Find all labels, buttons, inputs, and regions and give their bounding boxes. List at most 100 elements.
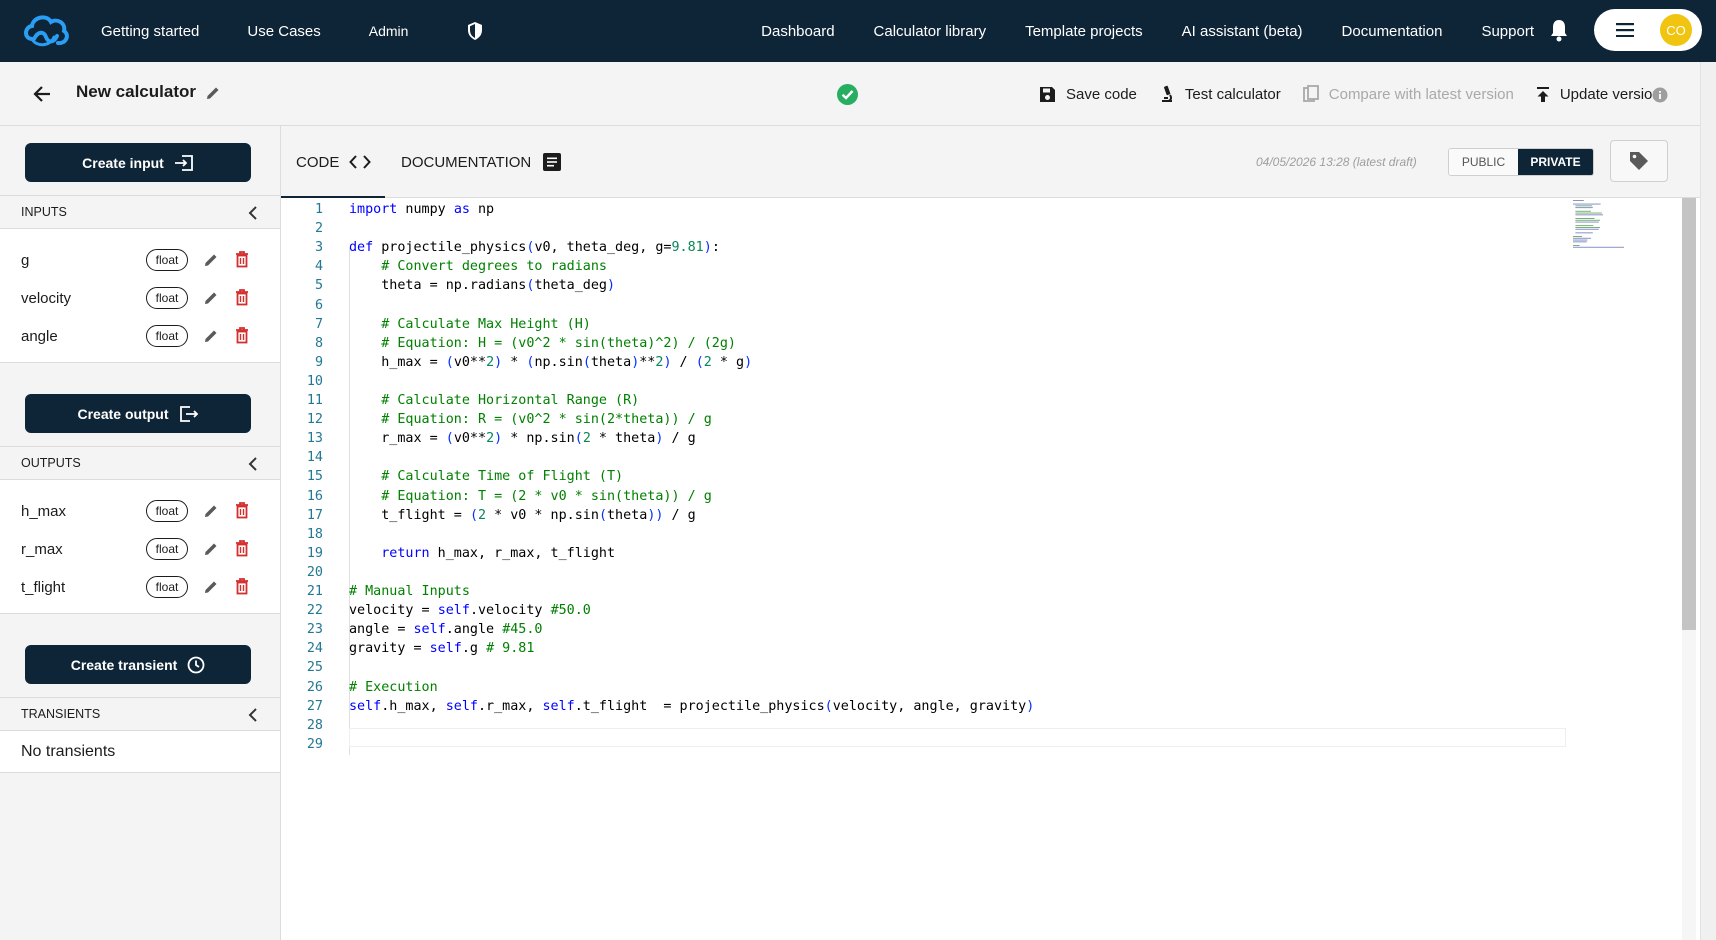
trash-icon[interactable]: [235, 578, 249, 595]
pencil-icon[interactable]: [203, 252, 219, 268]
nav-documentation[interactable]: Documentation: [1342, 23, 1443, 40]
pencil-icon[interactable]: [203, 503, 219, 519]
nav-support[interactable]: Support: [1481, 23, 1534, 40]
code-line[interactable]: 19 return h_max, r_max, t_flight: [281, 544, 1581, 563]
check-circle-icon: [837, 84, 858, 105]
type-badge: float: [146, 249, 188, 271]
shield-icon: [468, 22, 483, 40]
trash-icon[interactable]: [235, 327, 249, 344]
type-badge: float: [146, 576, 188, 598]
visibility-toggle[interactable]: PUBLIC PRIVATE: [1448, 148, 1594, 176]
code-line[interactable]: 20: [281, 563, 1581, 582]
code-line[interactable]: 16 # Equation: T = (2 * v0 * sin(theta))…: [281, 487, 1581, 506]
code-line[interactable]: 27 self.h_max, self.r_max, self.t_flight …: [281, 697, 1581, 716]
compare-version-button[interactable]: Compare with latest version: [1302, 85, 1514, 103]
list-item: r_max float: [0, 530, 280, 568]
list-item: angle float: [0, 317, 280, 355]
tab-code[interactable]: CODE: [296, 126, 372, 198]
minimap[interactable]: [1571, 198, 1681, 298]
update-version-button[interactable]: Update version: [1536, 86, 1661, 103]
tag-button[interactable]: [1610, 140, 1668, 182]
line-number: 1: [314, 202, 323, 217]
code-line[interactable]: 9 h_max = (v0**2) * (np.sin(theta)**2) /…: [281, 353, 1581, 372]
code-line[interactable]: 2: [281, 219, 1581, 238]
line-number: 18: [306, 526, 323, 542]
chevron-left-icon[interactable]: [248, 708, 258, 722]
code-line[interactable]: 8 # Equation: H = (v0^2 * sin(theta)^2) …: [281, 334, 1581, 353]
code-line[interactable]: 21 # Manual Inputs: [281, 582, 1581, 601]
microscope-icon: [1161, 85, 1172, 102]
pencil-icon[interactable]: [203, 290, 219, 306]
code-line[interactable]: 13 r_max = (v0**2) * np.sin(2 * theta) /…: [281, 429, 1581, 448]
test-calculator-button[interactable]: Test calculator: [1159, 85, 1281, 103]
code-line[interactable]: 23 angle = self.angle #45.0: [281, 620, 1581, 639]
create-transient-button[interactable]: Create transient: [25, 645, 251, 684]
trash-icon[interactable]: [235, 502, 249, 519]
info-icon[interactable]: [1652, 87, 1668, 103]
visibility-public-option[interactable]: PUBLIC: [1449, 149, 1518, 175]
logo-icon[interactable]: [20, 9, 70, 53]
outputs-section-header[interactable]: OUTPUTS: [0, 446, 280, 480]
pencil-icon[interactable]: [203, 579, 219, 595]
code-line[interactable]: 25: [281, 658, 1581, 677]
nav-calculator-library[interactable]: Calculator library: [874, 23, 987, 40]
back-arrow-icon[interactable]: [32, 84, 52, 104]
code-line[interactable]: 4 # Convert degrees to radians: [281, 257, 1581, 276]
edit-title-icon[interactable]: [205, 85, 221, 101]
code-line[interactable]: 7 # Calculate Max Height (H): [281, 315, 1581, 334]
code-line[interactable]: 18: [281, 525, 1581, 544]
outputs-header-label: OUTPUTS: [21, 456, 81, 470]
nav-ai-assistant[interactable]: AI assistant (beta): [1182, 23, 1303, 40]
code-line[interactable]: 15 # Calculate Time of Flight (T): [281, 467, 1581, 486]
visibility-private-option[interactable]: PRIVATE: [1518, 149, 1593, 175]
code-line[interactable]: 17 t_flight = (2 * v0 * np.sin(theta)) /…: [281, 506, 1581, 525]
code-line[interactable]: 3 def projectile_physics(v0, theta_deg, g…: [281, 238, 1581, 257]
line-number: 3: [314, 240, 323, 256]
code-line[interactable]: 14: [281, 448, 1581, 467]
nav-dashboard[interactable]: Dashboard: [761, 23, 834, 40]
trash-icon[interactable]: [235, 540, 249, 557]
code-line[interactable]: 6: [281, 296, 1581, 315]
code-line[interactable]: 24 gravity = self.g # 9.81: [281, 639, 1581, 658]
line-code: t_flight = (2 * v0 * np.sin(theta)) / g: [349, 507, 696, 523]
profile-menu-button[interactable]: CO: [1594, 9, 1702, 51]
pencil-icon[interactable]: [203, 328, 219, 344]
line-code: theta = np.radians(theta_deg): [349, 278, 616, 294]
line-number: 22: [306, 603, 323, 619]
create-output-button[interactable]: Create output: [25, 394, 251, 433]
nav-getting-started[interactable]: Getting started: [101, 23, 199, 40]
code-line[interactable]: 5 theta = np.radians(theta_deg): [281, 276, 1581, 295]
inputs-section-header[interactable]: INPUTS: [0, 195, 280, 229]
code-editor[interactable]: 1 import numpy as np 2 3 def projectile_phys…: [281, 198, 1700, 940]
code-line[interactable]: 28: [281, 716, 1581, 735]
code-line[interactable]: 29: [281, 735, 1581, 754]
code-line[interactable]: 11 # Calculate Horizontal Range (R): [281, 391, 1581, 410]
save-code-button[interactable]: Save code: [1039, 86, 1137, 103]
inputs-list: g float velocity float angle float: [0, 229, 280, 363]
line-number: 4: [314, 259, 323, 275]
nav-admin[interactable]: Admin: [369, 21, 485, 41]
code-line[interactable]: 10: [281, 372, 1581, 391]
pencil-icon[interactable]: [203, 541, 219, 557]
code-line[interactable]: 12 # Equation: R = (v0^2 * sin(2*theta))…: [281, 410, 1581, 429]
line-number: 20: [306, 564, 323, 580]
avatar: CO: [1660, 14, 1692, 46]
chevron-left-icon[interactable]: [248, 206, 258, 220]
nav-use-cases[interactable]: Use Cases: [247, 23, 320, 40]
code-line[interactable]: 26 # Execution: [281, 678, 1581, 697]
code-line[interactable]: 1 import numpy as np: [281, 200, 1581, 219]
trash-icon[interactable]: [235, 289, 249, 306]
editor-scrollbar-thumb[interactable]: [1682, 198, 1696, 630]
page-scrollbar[interactable]: [1700, 62, 1716, 940]
code-brackets-icon: [349, 155, 372, 169]
nav-template-projects[interactable]: Template projects: [1025, 23, 1143, 40]
bell-icon[interactable]: [1548, 18, 1570, 42]
create-output-label: Create output: [77, 405, 169, 422]
code-line[interactable]: 22 velocity = self.velocity #50.0: [281, 601, 1581, 620]
tab-documentation[interactable]: DOCUMENTATION: [401, 126, 562, 198]
create-input-button[interactable]: Create input: [25, 143, 251, 182]
chevron-left-icon[interactable]: [248, 457, 258, 471]
transients-section-header[interactable]: TRANSIENTS: [0, 697, 280, 731]
line-number: 14: [306, 450, 323, 466]
trash-icon[interactable]: [235, 251, 249, 268]
